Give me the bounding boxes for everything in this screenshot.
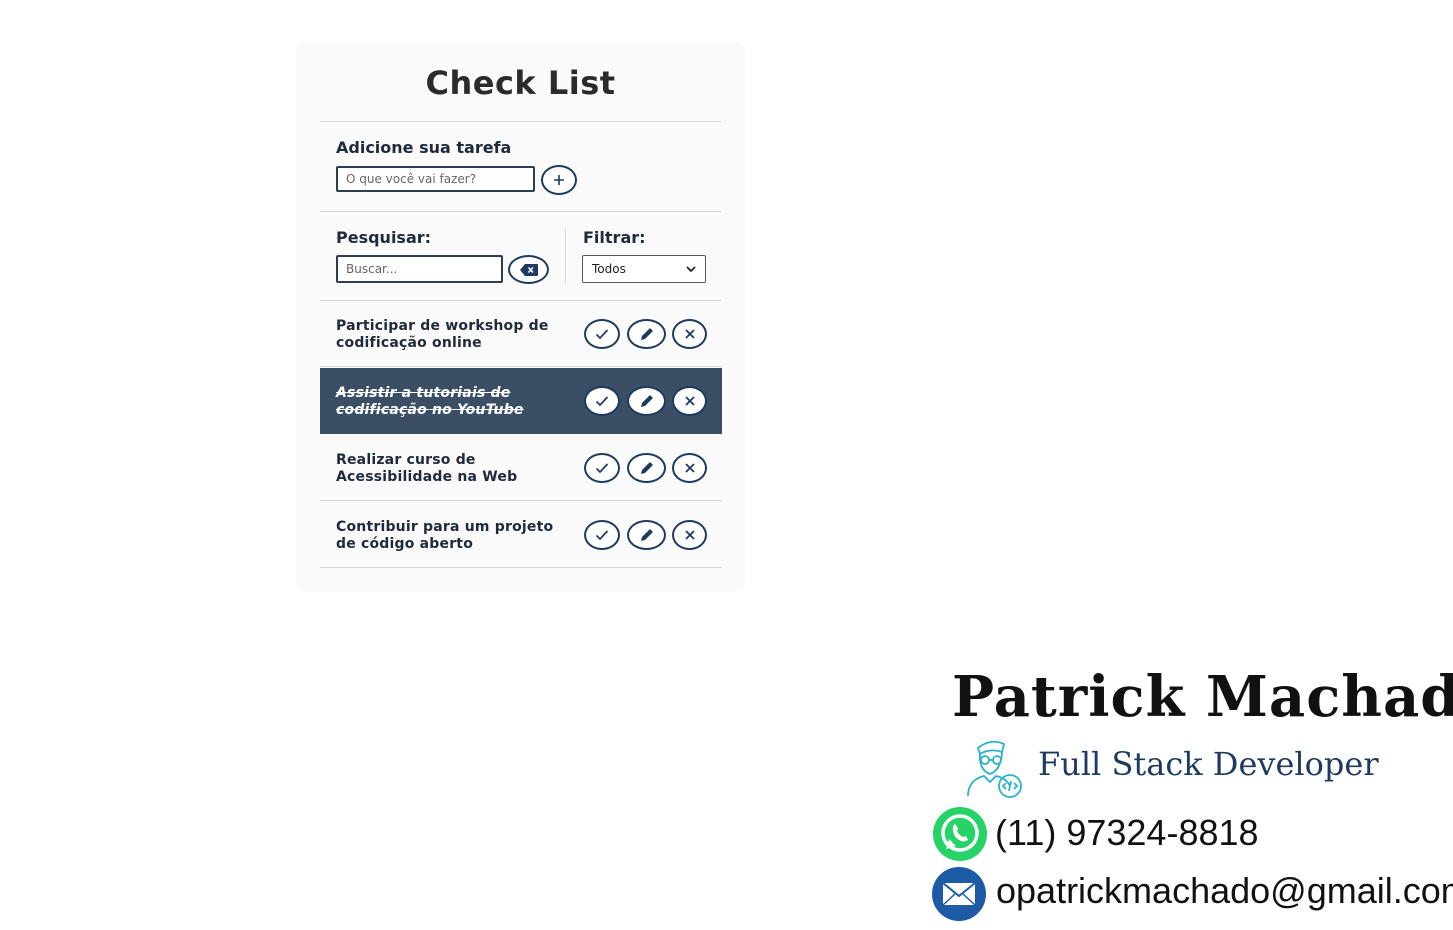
todo-item: Participar de workshop de codificação on… bbox=[320, 301, 722, 367]
vertical-divider bbox=[565, 228, 566, 284]
close-icon bbox=[684, 396, 695, 406]
search-label: Pesquisar: bbox=[336, 228, 432, 247]
close-icon bbox=[684, 530, 695, 540]
remove-button[interactable] bbox=[672, 453, 707, 483]
todo-text: Contribuir para um projeto de código abe… bbox=[336, 519, 554, 552]
done-button[interactable] bbox=[584, 520, 620, 550]
todo-item: Contribuir para um projeto de código abe… bbox=[320, 502, 722, 568]
todo-item: Realizar curso de Acessibilidade na Web bbox=[320, 435, 722, 501]
clear-search-button[interactable] bbox=[508, 255, 549, 284]
remove-button[interactable] bbox=[672, 319, 707, 349]
divider bbox=[320, 211, 721, 212]
check-icon bbox=[595, 329, 609, 340]
done-button[interactable] bbox=[584, 319, 620, 349]
profile-name: Patrick Machado bbox=[952, 664, 1453, 730]
edit-button[interactable] bbox=[627, 386, 666, 416]
todo-item-done: Assistir a tutoriais de codificação no Y… bbox=[320, 368, 722, 434]
todo-text: Realizar curso de Acessibilidade na Web bbox=[336, 452, 518, 485]
profile-email: opatrickmachado@gmail.com bbox=[996, 870, 1453, 911]
edit-button[interactable] bbox=[627, 453, 666, 483]
search-input[interactable] bbox=[336, 255, 503, 283]
pencil-icon bbox=[640, 395, 653, 407]
divider bbox=[320, 121, 721, 122]
page-title: Check List bbox=[425, 64, 616, 102]
filter-label: Filtrar: bbox=[583, 228, 646, 247]
profile-phone: (11) 97324-8818 bbox=[995, 812, 1259, 853]
done-button[interactable] bbox=[584, 453, 620, 483]
pencil-icon bbox=[640, 462, 653, 474]
done-button[interactable] bbox=[584, 386, 620, 416]
todo-text: Participar de workshop de codificação on… bbox=[336, 318, 549, 351]
checklist-card: Check List Adicione sua tarefa Pesquisar… bbox=[296, 42, 745, 592]
check-icon bbox=[595, 463, 609, 474]
chevron-down-icon bbox=[686, 266, 696, 273]
profile-role: Full Stack Developer bbox=[1038, 745, 1379, 783]
check-icon bbox=[595, 396, 609, 407]
add-task-input[interactable] bbox=[336, 166, 535, 192]
edit-button[interactable] bbox=[627, 319, 666, 349]
remove-button[interactable] bbox=[672, 386, 707, 416]
remove-button[interactable] bbox=[672, 520, 707, 550]
filter-select[interactable]: Todos bbox=[582, 255, 706, 283]
mail-icon bbox=[932, 867, 986, 921]
edit-button[interactable] bbox=[627, 520, 666, 550]
pencil-icon bbox=[640, 328, 653, 340]
check-icon bbox=[595, 530, 609, 541]
close-icon bbox=[684, 329, 695, 339]
filter-selected-value: Todos bbox=[592, 262, 626, 276]
add-task-button[interactable] bbox=[541, 165, 577, 195]
plus-icon bbox=[554, 175, 564, 185]
todo-text: Assistir a tutoriais de codificação no Y… bbox=[336, 385, 524, 418]
close-icon bbox=[684, 463, 695, 473]
developer-icon bbox=[967, 740, 1022, 798]
pencil-icon bbox=[640, 529, 653, 541]
backspace-icon bbox=[519, 263, 538, 276]
whatsapp-icon bbox=[933, 807, 987, 861]
add-task-label: Adicione sua tarefa bbox=[336, 138, 512, 157]
